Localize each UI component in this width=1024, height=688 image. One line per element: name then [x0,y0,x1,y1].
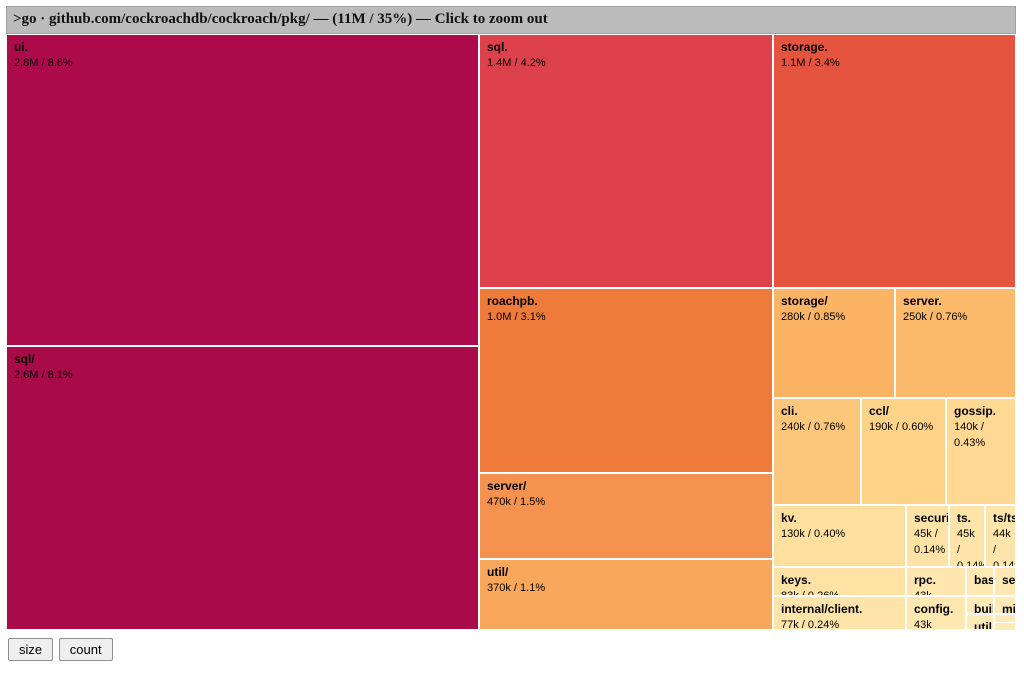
treemap-node-name: ts. [957,511,979,526]
treemap-node-stats: 130k / 0.40% [781,528,845,540]
treemap-node[interactable]: internal/client. 77k / 0.24% [773,596,906,630]
treemap-node-name: build. [974,602,988,614]
treemap-node[interactable]: server/470k / 1.5% [479,473,773,559]
treemap-node-stats: 77k / 0.24% [781,619,839,630]
treemap-node-stats: 44k / 0.14% [993,528,1016,567]
treemap-node-stats: 1.1M / 3.4% [781,57,840,69]
treemap-node[interactable]: ccl/190k / 0.60% [861,398,946,505]
treemap-node-stats: 190k / 0.60% [869,421,933,433]
treemap-node[interactable]: keys.83k / 0.26% [773,567,906,596]
treemap-node[interactable]: server. 250k / 0.76% [895,288,1016,398]
treemap-node-name: config. [914,602,960,617]
treemap-node[interactable]: kv. 130k / 0.40% [773,505,906,567]
treemap-node-stats: 470k / 1.5% [487,496,545,508]
treemap-node-name: ccl/ [869,404,940,419]
treemap-node-name: settings. [1002,573,1010,588]
treemap-node-name: util/ [487,565,767,580]
treemap-node[interactable]: migration. [994,596,1016,614]
treemap-node-stats: 43k [914,619,932,630]
treemap-node[interactable]: rpc.43k [906,567,966,596]
size-button[interactable]: size [8,638,53,661]
treemap-node-name: migration. [1002,602,1010,614]
treemap-node-name: security. [914,511,943,526]
treemap-node-name: cli. [781,404,855,419]
treemap-node[interactable]: build. [966,596,994,614]
treemap-node[interactable]: storage. 1.1M / 3.4% [773,34,1016,288]
treemap-node-name: internal/client. [781,602,900,617]
treemap-node-stats: 45k / 0.14% [957,528,985,567]
treemap-node[interactable]: util/370k / 1.1% [479,559,773,630]
mode-button-group: size count [6,638,1016,661]
treemap-node-stats: 2.8M / 8.6% [14,57,73,69]
treemap-node-stats: 1.0M / 3.1% [487,311,546,323]
treemap-node-stats: 240k / 0.76% [781,421,845,433]
treemap-node[interactable]: ui. 2.8M / 8.6% [6,34,479,346]
treemap-node[interactable]: sql/2.6M / 8.1% [6,346,479,630]
treemap-node-stats: 140k / 0.43% [954,421,985,449]
treemap-node[interactable] [994,622,1016,631]
treemap-node-name: kv. [781,511,900,526]
treemap-node-stats: 280k / 0.85% [781,311,845,323]
treemap-node-name: ts/tspb. [993,511,1010,526]
treemap-node[interactable]: util. [966,614,994,630]
title-path: >go · github.com/cockroachdb/cockroach/p… [13,11,332,27]
title-hint: — Click to zoom out [412,11,547,27]
treemap-node[interactable]: ts/tspb. 44k / 0.14% [985,505,1016,567]
treemap-node-name: sql/ [14,352,473,367]
treemap-node[interactable]: security. 45k / 0.14% [906,505,949,567]
treemap-node-name: util. [974,620,988,630]
treemap-node-name: sql. [487,40,767,55]
treemap-node-name: keys. [781,573,900,588]
treemap-chart[interactable]: ui. 2.8M / 8.6% sql/2.6M / 8.1% sql. 1.4M / … [6,34,1016,630]
treemap-node-stats: 2.6M / 8.1% [14,369,73,381]
treemap-node[interactable]: sql. 1.4M / 4.2% [479,34,773,288]
treemap-node-stats: 370k / 1.1% [487,582,545,594]
treemap-node-name: storage/ [781,294,889,309]
treemap-node-name: gossip. [954,404,1010,419]
treemap-node[interactable]: base. [966,567,994,596]
treemap-node-name: server/ [487,479,767,494]
treemap-node[interactable]: roachpb. 1.0M / 3.1% [479,288,773,473]
treemap-node[interactable]: storage/280k / 0.85% [773,288,895,398]
treemap-node-name: roachpb. [487,294,767,309]
treemap-node[interactable]: gossip. 140k / 0.43% [946,398,1016,505]
treemap-node[interactable]: ts. 45k / 0.14% [949,505,985,567]
breadcrumb-titlebar[interactable]: >go · github.com/cockroachdb/cockroach/p… [6,6,1016,34]
treemap-node-stats: 45k / 0.14% [914,528,945,556]
treemap-node-name: server. [903,294,1010,309]
treemap-node-name: storage. [781,40,1010,55]
treemap-node-name: ui. [14,40,473,55]
treemap-node[interactable]: cli. 240k / 0.76% [773,398,861,505]
treemap-node-stats: 1.4M / 4.2% [487,57,546,69]
treemap-node[interactable]: settings. [994,567,1016,596]
count-button[interactable]: count [59,638,113,661]
treemap-node-name: rpc. [914,573,960,588]
treemap-node[interactable]: config. 43k [906,596,966,630]
title-summary: (11M / 35%) [332,11,412,27]
treemap-node-name: base. [974,573,988,588]
treemap-node-stats: 250k / 0.76% [903,311,967,323]
